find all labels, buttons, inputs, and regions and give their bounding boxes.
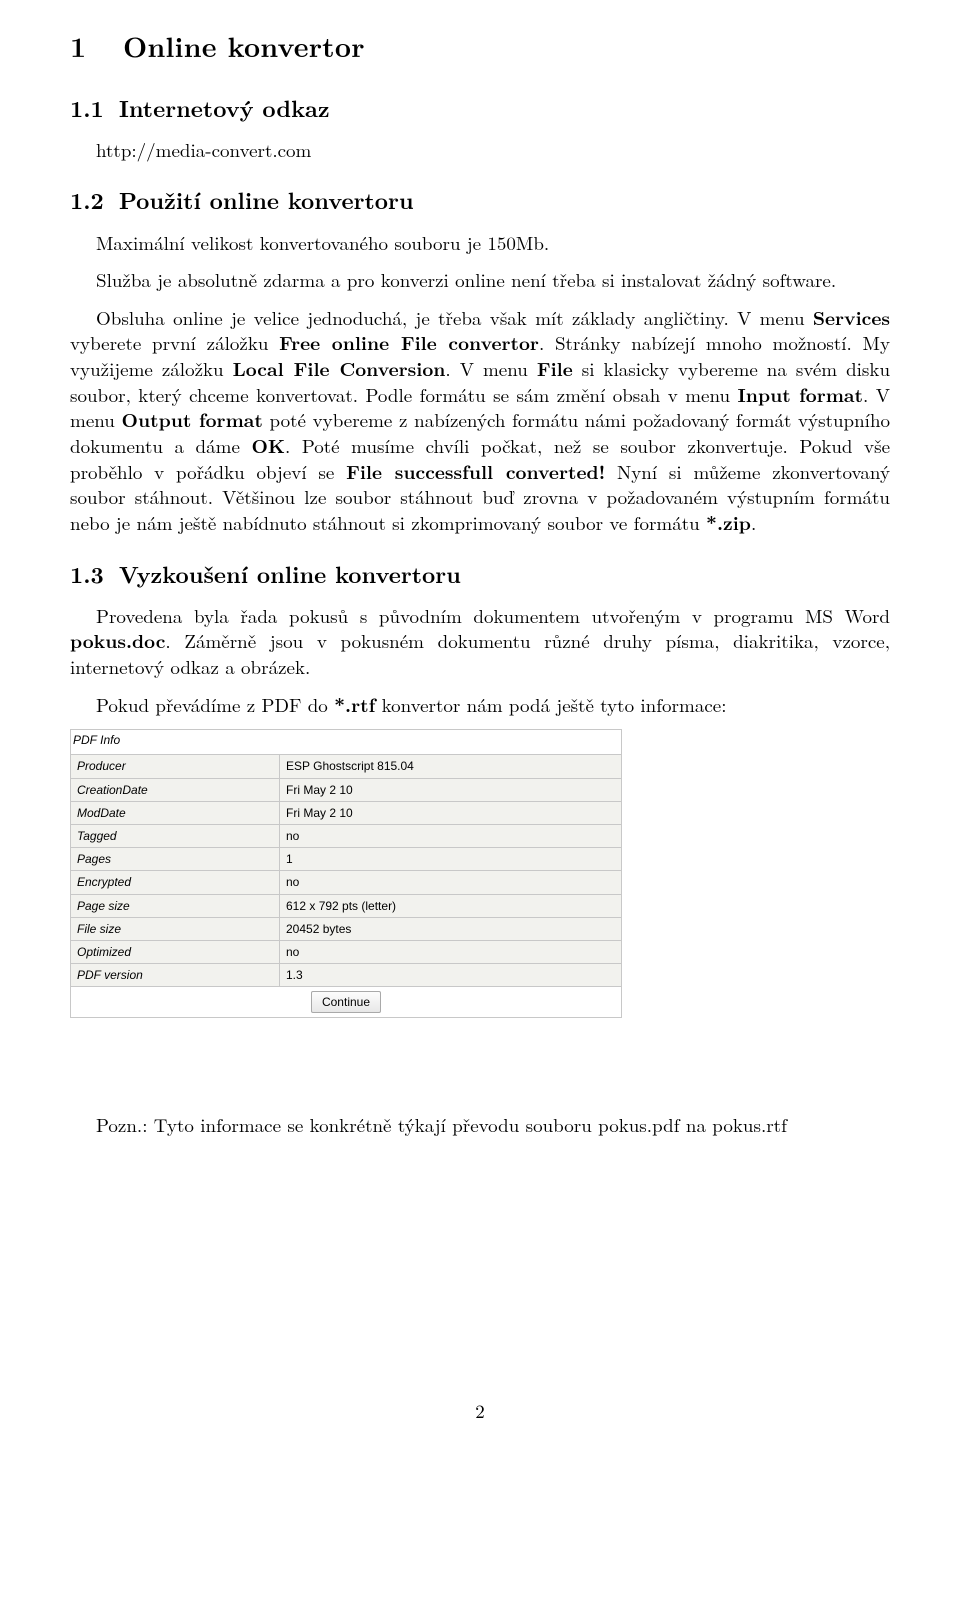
table-row: File size20452 bytes: [71, 917, 622, 940]
pdf-info-key: Tagged: [71, 824, 280, 847]
pdf-info-value: 1: [280, 848, 622, 871]
pdf-info-value: 612 x 792 pts (letter): [280, 894, 622, 917]
text: vyberete první záložku: [70, 329, 279, 356]
bold-text: Services: [813, 303, 890, 331]
bold-text: Input format: [738, 380, 864, 408]
pdf-info-key: Pages: [71, 848, 280, 871]
page-number: 2: [70, 1398, 890, 1424]
body-paragraph: Pokud převádíme z PDF do *.rtf konvertor…: [70, 692, 890, 718]
table-row: ProducerESP Ghostscript 815.04: [71, 755, 622, 778]
subsection-title: Použití online konvertoru: [119, 183, 414, 216]
section-number: 1: [70, 28, 112, 66]
bold-text: *.rtf: [334, 690, 375, 718]
table-row: ModDateFri May 2 10: [71, 801, 622, 824]
text: Provedena byla řada pokusů s původním do…: [96, 602, 890, 629]
pdf-info-key: Page size: [71, 894, 280, 917]
pdf-info-title: PDF Info: [71, 730, 622, 755]
subsection-number: 1.3: [70, 558, 110, 589]
pdf-info-value: no: [280, 824, 622, 847]
bold-text: OK: [251, 431, 285, 459]
pdf-info-key: ModDate: [71, 801, 280, 824]
text: Pozn.: Tyto informace se konkrétně týkaj…: [96, 1111, 787, 1138]
table-row: CreationDateFri May 2 10: [71, 778, 622, 801]
bold-text: File: [537, 354, 573, 382]
bold-text: Output format: [122, 405, 263, 433]
section-heading: 1 Online konvertor: [70, 28, 890, 66]
link-paragraph: http://media-convert.com: [70, 137, 890, 163]
pdf-info-key: PDF version: [71, 964, 280, 987]
subsection-title: Internetový odkaz: [119, 91, 330, 124]
pdf-info-key: Optimized: [71, 940, 280, 963]
text: Maximální velikost konvertovaného soubor…: [96, 229, 549, 256]
pdf-info-value: 20452 bytes: [280, 917, 622, 940]
body-paragraph: Maximální velikost konvertovaného soubor…: [70, 230, 890, 256]
table-row: PDF version1.3: [71, 964, 622, 987]
table-row: Taggedno: [71, 824, 622, 847]
pdf-info-value: no: [280, 871, 622, 894]
body-paragraph: Služba je absolutně zdarma a pro konverz…: [70, 267, 890, 293]
pdf-info-key: CreationDate: [71, 778, 280, 801]
text: konvertor nám podá ještě tyto informace:: [375, 691, 726, 718]
bold-text: File successfull converted!: [346, 457, 605, 485]
section-title: Online konvertor: [123, 26, 365, 66]
bold-text: *.zip: [706, 508, 751, 536]
text: . V menu: [445, 355, 536, 382]
subsection-title: Vyzkoušení online konvertoru: [119, 557, 461, 590]
text: Služba je absolutně zdarma a pro konverz…: [96, 266, 836, 293]
table-row: Optimizedno: [71, 940, 622, 963]
body-paragraph: Obsluha online je velice jednoduchá, je …: [70, 305, 890, 536]
subsection-number: 1.2: [70, 184, 110, 215]
pdf-info-table: PDF Info ProducerESP Ghostscript 815.04C…: [70, 729, 622, 1018]
table-row: Encryptedno: [71, 871, 622, 894]
pdf-info-key: Producer: [71, 755, 280, 778]
pdf-info-value: ESP Ghostscript 815.04: [280, 755, 622, 778]
text: .: [751, 509, 756, 536]
continue-button[interactable]: Continue: [311, 991, 381, 1013]
subsection-1-1-heading: 1.1 Internetový odkaz: [70, 92, 890, 123]
bold-text: pokus.doc: [70, 626, 165, 654]
text: Pokud převádíme z PDF do: [96, 691, 334, 718]
pdf-info-value: Fri May 2 10: [280, 801, 622, 824]
subsection-1-3-heading: 1.3 Vyzkoušení online konvertoru: [70, 558, 890, 589]
subsection-number: 1.1: [70, 92, 110, 123]
pdf-info-key: File size: [71, 917, 280, 940]
text: . Záměrně jsou v pokusném dokumentu různ…: [70, 627, 890, 680]
bold-text: Free online File convertor: [279, 328, 539, 356]
bold-text: Local File Conversion: [233, 354, 446, 382]
external-link[interactable]: http://media-convert.com: [96, 136, 311, 163]
pdf-info-value: 1.3: [280, 964, 622, 987]
text: Obsluha online je velice jednoduchá, je …: [96, 304, 813, 331]
pdf-info-key: Encrypted: [71, 871, 280, 894]
pdf-info-value: Fri May 2 10: [280, 778, 622, 801]
note-paragraph: Pozn.: Tyto informace se konkrétně týkaj…: [70, 1112, 890, 1138]
table-row: Pages1: [71, 848, 622, 871]
subsection-1-2-heading: 1.2 Použití online konvertoru: [70, 184, 890, 215]
body-paragraph: Provedena byla řada pokusů s původním do…: [70, 603, 890, 680]
pdf-info-value: no: [280, 940, 622, 963]
table-row: Page size612 x 792 pts (letter): [71, 894, 622, 917]
